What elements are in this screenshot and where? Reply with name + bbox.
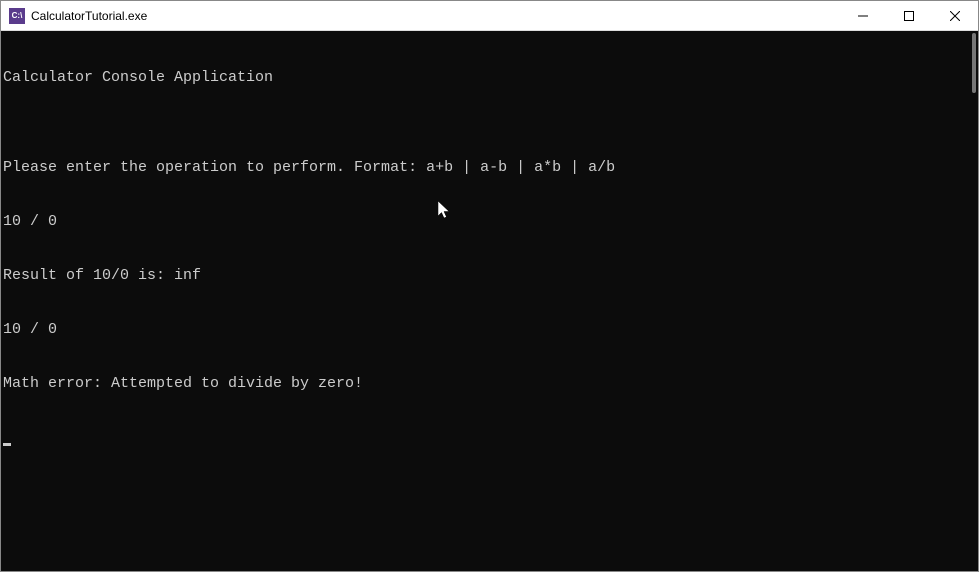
console-cursor-line — [3, 429, 978, 447]
minimize-button[interactable] — [840, 1, 886, 30]
close-button[interactable] — [932, 1, 978, 30]
console-line: Math error: Attempted to divide by zero! — [3, 375, 978, 393]
app-window: C:\ CalculatorTutorial.exe Calculator Co… — [0, 0, 979, 572]
maximize-button[interactable] — [886, 1, 932, 30]
titlebar[interactable]: C:\ CalculatorTutorial.exe — [1, 1, 978, 31]
scrollbar-thumb[interactable] — [972, 33, 976, 93]
console-line: 10 / 0 — [3, 321, 978, 339]
window-controls — [840, 1, 978, 30]
console-line: Please enter the operation to perform. F… — [3, 159, 978, 177]
console-line: Calculator Console Application — [3, 69, 978, 87]
console-output[interactable]: Calculator Console Application Please en… — [1, 31, 978, 571]
vertical-scrollbar[interactable] — [964, 31, 978, 571]
minimize-icon — [858, 11, 868, 21]
close-icon — [950, 11, 960, 21]
text-cursor — [3, 443, 11, 446]
console-line: Result of 10/0 is: inf — [3, 267, 978, 285]
console-line: 10 / 0 — [3, 213, 978, 231]
app-icon-label: C:\ — [12, 11, 23, 20]
window-title: CalculatorTutorial.exe — [31, 9, 840, 23]
app-icon: C:\ — [9, 8, 25, 24]
maximize-icon — [904, 11, 914, 21]
